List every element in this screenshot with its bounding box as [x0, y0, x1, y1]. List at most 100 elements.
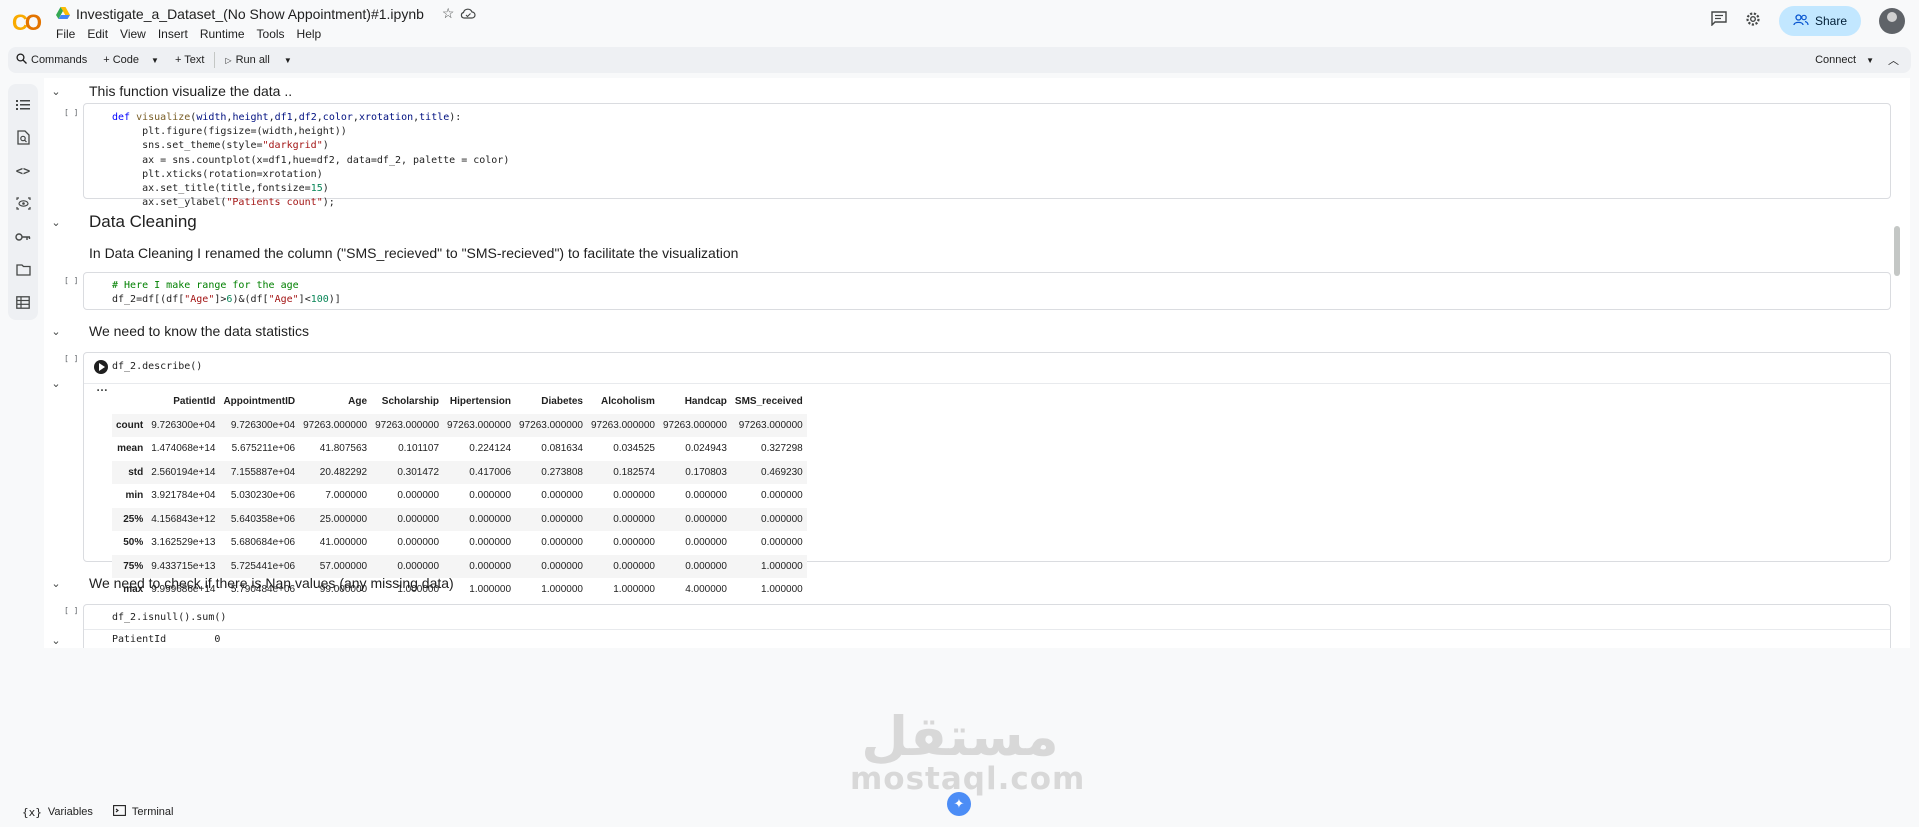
notebook-area: ⌄ This function visualize the data .. [ … [44, 78, 1910, 648]
table-cell: 97263.000000 [738, 419, 803, 431]
collapse-header-icon[interactable]: ︿ [1888, 52, 1899, 68]
table-cell: 0.000000 [469, 560, 512, 572]
terminal-icon [112, 805, 126, 819]
cell-execution-count[interactable]: [ ] [64, 108, 78, 117]
collapse-output-icon[interactable]: ⌄ [44, 634, 68, 647]
code-cell[interactable]: df_2.isnull().sum() PatientId 0 [83, 604, 1891, 648]
cloud-icon[interactable] [460, 6, 476, 22]
output-toggle[interactable]: ⌄ [44, 631, 68, 648]
menu-help[interactable]: Help [297, 27, 322, 41]
key-icon[interactable] [13, 225, 33, 248]
run-all-button[interactable]: ▷ Run all ▼ [217, 47, 299, 73]
collapse-section-icon[interactable]: ⌄ [44, 577, 68, 590]
gemini-icon[interactable]: ✦ [947, 792, 971, 816]
table-cell: 25.000000 [319, 513, 368, 525]
describe-output-table: PatientId AppointmentID Age Scholarship … [112, 390, 807, 602]
menu-file[interactable]: File [56, 27, 75, 41]
code-editor[interactable]: df_2.describe() [112, 360, 202, 374]
menu-edit[interactable]: Edit [87, 27, 108, 41]
collapse-section-icon[interactable]: ⌄ [44, 85, 68, 98]
folder-icon[interactable] [13, 258, 33, 281]
table-cell: 2.560194e+14 [151, 466, 216, 478]
markdown-cell[interactable]: ⌄ [44, 78, 68, 104]
table-cell: 97263.000000 [662, 419, 727, 431]
run-cell-button[interactable] [94, 360, 108, 374]
table-body: count 9.726300e+04 9.726300e+04 97263.00000… [112, 413, 807, 602]
menu-tools[interactable]: Tools [257, 27, 285, 41]
table-cell: 0.000000 [469, 537, 512, 549]
markdown-cell[interactable]: ⌄ [44, 570, 68, 596]
avatar[interactable] [1879, 8, 1905, 34]
table-cell: 0.224124 [469, 443, 512, 455]
add-code-button[interactable]: + Code ▼ [95, 47, 167, 73]
code-editor[interactable]: # Here I make range for the age df_2=df[… [112, 279, 341, 307]
table-cell: 0.000000 [397, 537, 440, 549]
table-of-contents-icon[interactable] [13, 93, 33, 116]
table-cell: 0.000000 [613, 560, 655, 572]
star-icon[interactable]: ☆ [442, 5, 455, 22]
row-header: mean [117, 443, 144, 455]
table-cell: 0.273808 [541, 466, 583, 478]
output-toggle[interactable]: ⌄ [44, 374, 68, 392]
cell-execution-count[interactable]: [ ] [64, 354, 78, 363]
variables-label: Variables [47, 806, 93, 818]
menu-runtime[interactable]: Runtime [200, 27, 245, 41]
colab-logo[interactable]: CO [12, 10, 42, 36]
column-header: Diabetes [541, 396, 583, 408]
comment-icon[interactable] [1711, 11, 1727, 31]
table-cell: 0.000000 [469, 513, 512, 525]
output-divider [84, 629, 1890, 630]
notebook-title[interactable]: Investigate_a_Dataset_(No Show Appointme… [76, 6, 424, 22]
code-cell[interactable]: def visualize(width,height,df1,df2,color… [83, 103, 1891, 208]
table-cell: 5.030230e+06 [230, 490, 296, 502]
table-cell: 0.000000 [397, 513, 440, 525]
table-cell: 4.000000 [685, 584, 727, 596]
table-row: 25% 4.156843e+12 5.640358e+06 25.000000 0.00… [112, 507, 807, 531]
terminal-button[interactable]: Terminal [112, 805, 174, 819]
settings-icon[interactable] [1745, 11, 1761, 32]
collapse-section-icon[interactable]: ⌄ [44, 216, 68, 229]
collapse-section-icon[interactable]: ⌄ [44, 325, 68, 338]
chevron-down-icon[interactable]: ▼ [151, 56, 159, 65]
toolbar: Commands + Code ▼ + Text ▷ Run all ▼ Con… [8, 47, 1911, 73]
table-cell: 0.327298 [761, 443, 803, 455]
notebook-scrollbar[interactable] [1894, 226, 1900, 276]
menu-insert[interactable]: Insert [158, 27, 188, 41]
markdown-cell[interactable]: ⌄ [44, 318, 68, 344]
connect-button[interactable]: Connect [1815, 54, 1856, 66]
find-replace-icon[interactable] [13, 126, 33, 149]
table-cell: 4.156843e+12 [151, 513, 216, 525]
table-cell: 0.000000 [761, 513, 803, 525]
row-header: std [128, 466, 144, 478]
output-menu-icon[interactable]: … [96, 380, 108, 394]
share-label: Share [1814, 14, 1847, 28]
code-editor[interactable]: def visualize(width,height,df1,df2,color… [112, 111, 509, 210]
table-cell: 9.726300e+04 [151, 419, 216, 431]
table-row: std 2.560194e+14 7.155887e+04 20.482292 0.30… [112, 460, 807, 484]
secrets-icon[interactable] [13, 192, 33, 215]
cell-execution-count[interactable]: [ ] [64, 606, 78, 615]
table-cell: 0.000000 [613, 513, 655, 525]
chevron-down-icon[interactable]: ▼ [284, 56, 292, 65]
add-text-button[interactable]: + Text [167, 47, 212, 73]
table-cell: 9.726300e+04 [230, 419, 296, 431]
collapse-output-icon[interactable]: ⌄ [44, 377, 68, 390]
code-cell[interactable]: # Here I make range for the age df_2=df[… [83, 272, 1891, 310]
commands-button[interactable]: Commands [8, 47, 95, 73]
code-snippets-icon[interactable]: <> [13, 159, 33, 182]
code-editor[interactable]: df_2.isnull().sum() [112, 611, 226, 625]
menu-view[interactable]: View [120, 27, 146, 41]
table-cell: 41.000000 [319, 537, 368, 549]
table-header-row: PatientId AppointmentID Age Scholarship … [112, 390, 807, 414]
share-button[interactable]: Share [1778, 6, 1861, 36]
cell-execution-count[interactable]: [ ] [64, 276, 78, 285]
markdown-cell[interactable]: ⌄ [44, 209, 68, 235]
table-row: count 9.726300e+04 9.726300e+04 97263.00000… [112, 413, 807, 437]
markdown-text: We need to check if there is Nan values … [89, 575, 454, 591]
table-cell: 0.000000 [397, 490, 440, 502]
table-cell: 0.000000 [613, 537, 655, 549]
chevron-down-icon[interactable]: ▼ [1866, 56, 1874, 65]
code-cell[interactable]: df_2.describe() … PatientId AppointmentI… [83, 352, 1891, 595]
variables-button[interactable]: {x} Variables [22, 806, 93, 819]
data-table-icon[interactable] [13, 291, 33, 314]
